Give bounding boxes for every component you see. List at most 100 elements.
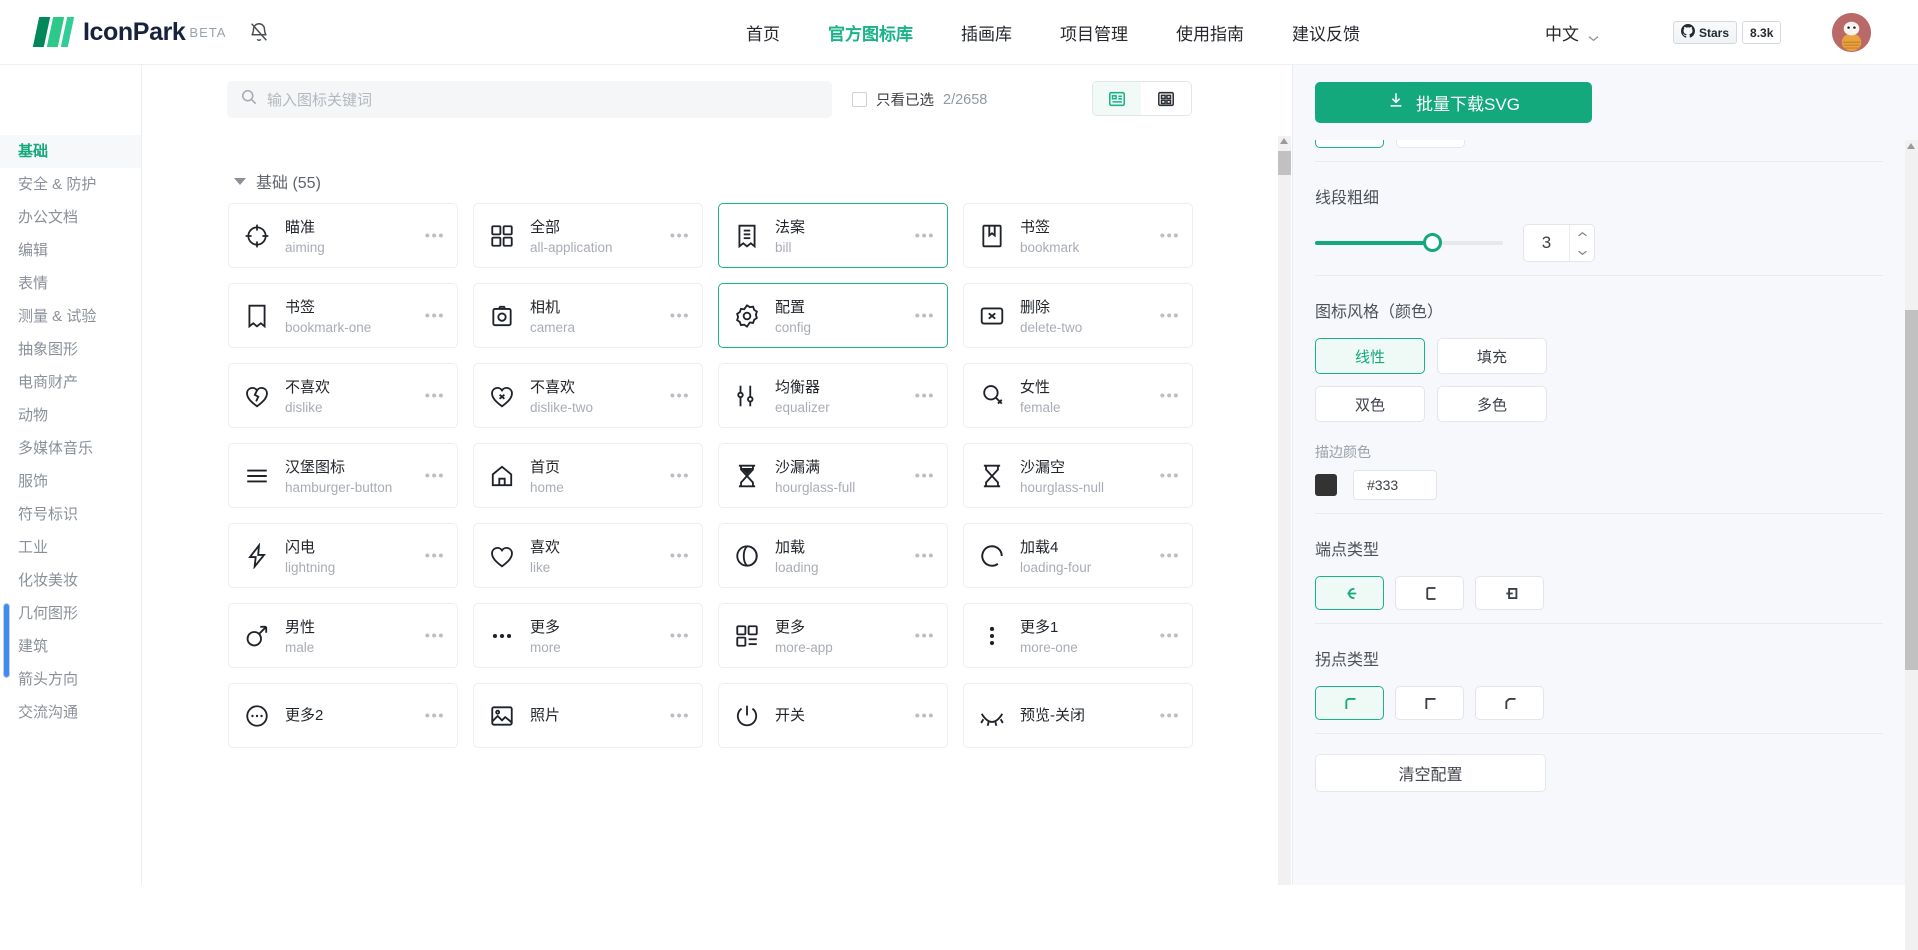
sidebar-item-security[interactable]: 安全 & 防护	[0, 168, 141, 201]
ellipsis-icon[interactable]: •••	[425, 547, 445, 564]
icon-card[interactable]: 闪电 lightning •••	[228, 523, 458, 588]
icon-card[interactable]: 预览-关闭 •••	[963, 683, 1193, 748]
scroll-up-arrow-icon[interactable]	[1280, 138, 1288, 144]
ellipsis-icon[interactable]: •••	[425, 627, 445, 644]
nav-item-official-icons[interactable]: 官方图标库	[828, 20, 913, 45]
ellipsis-icon[interactable]: •••	[670, 387, 690, 404]
ellipsis-icon[interactable]: •••	[425, 227, 445, 244]
icon-card[interactable]: 汉堡图标 hamburger-button •••	[228, 443, 458, 508]
nav-item-illustrations[interactable]: 插画库	[961, 20, 1012, 45]
icon-card[interactable]: 删除 delete-two •••	[963, 283, 1193, 348]
caret-down-icon[interactable]	[234, 177, 246, 185]
clear-config-button[interactable]: 清空配置	[1315, 754, 1546, 792]
sidebar-item-industry[interactable]: 工业	[0, 531, 141, 564]
ellipsis-icon[interactable]: •••	[915, 307, 935, 324]
group-header[interactable]: 基础 (55)	[234, 169, 1292, 193]
only-selected-checkbox[interactable]: 只看已选 2/2658	[852, 89, 987, 110]
brand-logo[interactable]: IconPark BETA	[32, 17, 226, 47]
scrollbar-thumb[interactable]	[1905, 310, 1918, 670]
sidebar-item-symbols[interactable]: 符号标识	[0, 498, 141, 531]
checkbox-box[interactable]	[852, 92, 867, 107]
chevron-down-icon[interactable]	[1570, 243, 1594, 261]
ellipsis-icon[interactable]: •••	[670, 547, 690, 564]
sidebar-item-office-docs[interactable]: 办公文档	[0, 201, 141, 234]
ellipsis-icon[interactable]: •••	[425, 307, 445, 324]
icon-card[interactable]: 不喜欢 dislike •••	[228, 363, 458, 428]
scroll-up-arrow-icon[interactable]	[1907, 143, 1915, 149]
ellipsis-icon[interactable]: •••	[915, 627, 935, 644]
icon-card[interactable]: 书签 bookmark-one •••	[228, 283, 458, 348]
linejoin-bevel-icon[interactable]	[1475, 686, 1544, 720]
sidebar-item-ecommerce[interactable]: 电商财产	[0, 366, 141, 399]
ellipsis-icon[interactable]: •••	[1160, 227, 1180, 244]
avatar[interactable]	[1832, 13, 1871, 52]
icon-card[interactable]: 加载4 loading-four •••	[963, 523, 1193, 588]
hex-color-input[interactable]: #333	[1353, 470, 1437, 500]
icon-card[interactable]: 女性 female •••	[963, 363, 1193, 428]
sidebar-item-communication[interactable]: 交流沟通	[0, 696, 141, 729]
style-option-two-tone[interactable]: 双色	[1315, 386, 1425, 422]
icon-card[interactable]: 均衡器 equalizer •••	[718, 363, 948, 428]
icon-card[interactable]: 更多 more-app •••	[718, 603, 948, 668]
linejoin-miter-icon[interactable]	[1395, 686, 1464, 720]
stroke-width-value[interactable]: 3	[1524, 225, 1569, 261]
style-option-fill[interactable]: 填充	[1437, 338, 1547, 374]
ellipsis-icon[interactable]: •••	[915, 227, 935, 244]
linecap-butt-icon[interactable]	[1395, 576, 1464, 610]
icon-card[interactable]: 喜欢 like •••	[473, 523, 703, 588]
nav-item-home[interactable]: 首页	[746, 20, 780, 45]
ellipsis-icon[interactable]: •••	[1160, 307, 1180, 324]
sidebar-item-measure[interactable]: 测量 & 试验	[0, 300, 141, 333]
ellipsis-icon[interactable]: •••	[1160, 707, 1180, 724]
sidebar-item-multimedia[interactable]: 多媒体音乐	[0, 432, 141, 465]
ellipsis-icon[interactable]: •••	[425, 467, 445, 484]
icon-card[interactable]: 更多2 •••	[228, 683, 458, 748]
linecap-round-icon[interactable]	[1315, 576, 1384, 610]
sidebar-item-animals[interactable]: 动物	[0, 399, 141, 432]
ellipsis-icon[interactable]: •••	[670, 227, 690, 244]
sidebar-scrollbar-thumb[interactable]	[3, 603, 10, 678]
ellipsis-icon[interactable]: •••	[915, 707, 935, 724]
ellipsis-icon[interactable]: •••	[670, 627, 690, 644]
ellipsis-icon[interactable]: •••	[670, 707, 690, 724]
size-option-stub[interactable]	[1396, 140, 1465, 148]
slider-handle[interactable]	[1423, 233, 1442, 252]
icon-card[interactable]: 男性 male •••	[228, 603, 458, 668]
ellipsis-icon[interactable]: •••	[915, 387, 935, 404]
sidebar-item-arrows[interactable]: 箭头方向	[0, 663, 141, 696]
icon-card[interactable]: 不喜欢 dislike-two •••	[473, 363, 703, 428]
style-option-line[interactable]: 线性	[1315, 338, 1425, 374]
linejoin-round-icon[interactable]	[1315, 686, 1384, 720]
github-stars-button[interactable]: Stars 8.3k	[1673, 21, 1782, 44]
icon-card[interactable]: 更多 more •••	[473, 603, 703, 668]
sidebar-item-geometry[interactable]: 几何图形	[0, 597, 141, 630]
ellipsis-icon[interactable]: •••	[1160, 467, 1180, 484]
language-selector[interactable]: 中文	[1545, 0, 1599, 65]
panel-scrollbar[interactable]	[1905, 140, 1918, 950]
nav-item-guide[interactable]: 使用指南	[1176, 20, 1244, 45]
icon-card[interactable]: 加载 loading •••	[718, 523, 948, 588]
search-input[interactable]: 输入图标关键词	[227, 81, 832, 118]
icon-card[interactable]: 法案 bill •••	[718, 203, 948, 268]
ellipsis-icon[interactable]: •••	[1160, 387, 1180, 404]
ellipsis-icon[interactable]: •••	[425, 387, 445, 404]
ellipsis-icon[interactable]: •••	[1160, 547, 1180, 564]
linecap-square-icon[interactable]	[1475, 576, 1544, 610]
chevron-up-icon[interactable]	[1570, 225, 1594, 243]
stroke-width-stepper[interactable]: 3	[1523, 224, 1595, 262]
sidebar-item-beauty[interactable]: 化妆美妆	[0, 564, 141, 597]
sidebar-item-basic[interactable]: 基础	[0, 135, 141, 168]
icon-card[interactable]: 全部 all-application •••	[473, 203, 703, 268]
icon-card[interactable]: 沙漏满 hourglass-full •••	[718, 443, 948, 508]
stroke-width-slider[interactable]	[1315, 233, 1503, 252]
nav-item-project-management[interactable]: 项目管理	[1060, 20, 1128, 45]
icon-card[interactable]: 书签 bookmark •••	[963, 203, 1193, 268]
sidebar-item-abstract-shapes[interactable]: 抽象图形	[0, 333, 141, 366]
icon-card[interactable]: 配置 config •••	[718, 283, 948, 348]
ellipsis-icon[interactable]: •••	[425, 707, 445, 724]
sidebar-item-architecture[interactable]: 建筑	[0, 630, 141, 663]
ellipsis-icon[interactable]: •••	[1160, 627, 1180, 644]
color-swatch[interactable]	[1315, 474, 1337, 496]
bell-off-icon[interactable]	[248, 21, 270, 43]
sidebar-item-edit[interactable]: 编辑	[0, 234, 141, 267]
